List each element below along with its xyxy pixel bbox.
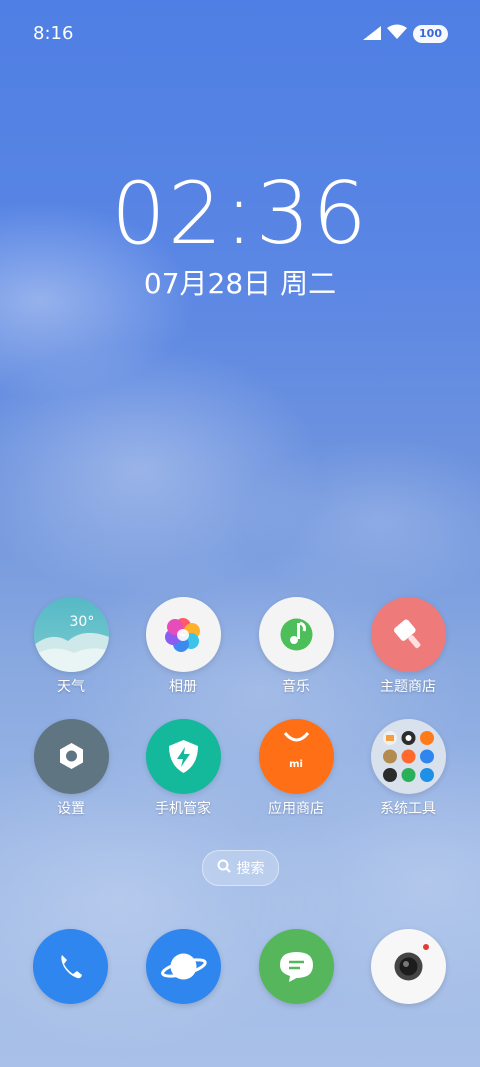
wifi-icon	[387, 24, 408, 44]
app-music[interactable]: 音乐	[240, 597, 352, 696]
phone-icon[interactable]	[33, 929, 108, 1004]
app-weather[interactable]: 30° 天气	[15, 597, 127, 696]
app-gallery[interactable]: 相册	[127, 597, 239, 696]
weather-icon: 30°	[33, 597, 109, 672]
shopping-bag-icon: mi	[258, 719, 334, 794]
browser-icon[interactable]	[146, 929, 221, 1004]
weather-temp: 30°	[69, 614, 95, 630]
search-button[interactable]: 搜索	[202, 850, 279, 886]
gallery-icon	[145, 597, 221, 672]
messages-icon[interactable]	[259, 929, 334, 1004]
folder-icon	[370, 719, 446, 794]
camera-icon[interactable]	[371, 929, 446, 1004]
signal-icon	[363, 25, 382, 44]
app-label: 音乐	[282, 679, 310, 695]
search-label: 搜索	[236, 861, 265, 877]
status-icons: 100	[363, 24, 448, 44]
folder-system-tools[interactable]: 系统工具	[352, 719, 464, 818]
status-time: 8:16	[33, 23, 74, 44]
app-label: 系统工具	[380, 801, 436, 817]
battery-indicator: 100	[413, 25, 448, 43]
clock: 02:36	[111, 164, 369, 264]
date: 07月28日 周二	[143, 267, 337, 300]
mi-logo: mi	[289, 759, 303, 770]
status-bar: 8:16 100	[0, 0, 480, 68]
settings-icon	[33, 719, 109, 794]
app-security[interactable]: 手机管家	[127, 719, 239, 818]
app-settings[interactable]: 设置	[15, 719, 127, 818]
paintbrush-icon	[370, 597, 446, 672]
app-label: 设置	[57, 801, 85, 817]
app-label: 相册	[169, 679, 197, 695]
app-theme-store[interactable]: 主题商店	[352, 597, 464, 696]
app-label: 主题商店	[380, 679, 436, 695]
app-store[interactable]: mi 应用商店	[240, 719, 352, 818]
app-label: 天气	[57, 679, 85, 695]
search-icon	[217, 859, 231, 877]
app-label: 应用商店	[268, 801, 324, 817]
shield-icon	[145, 719, 221, 794]
app-label: 手机管家	[155, 801, 211, 817]
music-icon	[258, 597, 334, 672]
